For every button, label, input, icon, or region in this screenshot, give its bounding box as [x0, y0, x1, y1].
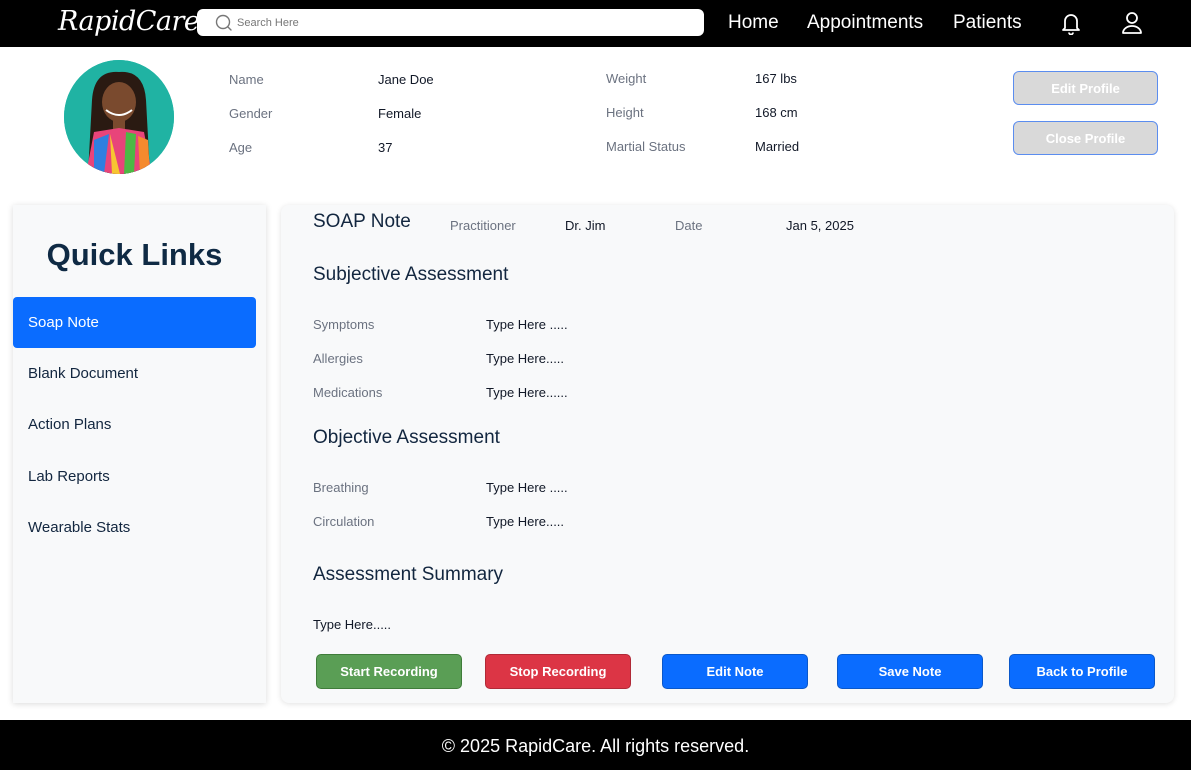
- close-profile-button[interactable]: Close Profile: [1013, 121, 1158, 155]
- allergies-field[interactable]: Type Here.....: [486, 351, 564, 366]
- gender-label: Gender: [229, 106, 273, 121]
- medications-field[interactable]: Type Here......: [486, 385, 568, 400]
- search-bar[interactable]: [197, 9, 704, 36]
- height-value: 168 cm: [755, 105, 798, 120]
- quick-link-blank-document[interactable]: Blank Document: [13, 348, 256, 399]
- subjective-assessment-heading: Subjective Assessment: [313, 264, 509, 285]
- allergies-label: Allergies: [313, 351, 363, 366]
- stop-recording-button[interactable]: Stop Recording: [485, 654, 631, 689]
- edit-note-button[interactable]: Edit Note: [662, 654, 808, 689]
- age-value: 37: [378, 140, 393, 155]
- quick-link-wearable-stats[interactable]: Wearable Stats: [13, 502, 256, 553]
- soap-note-title: SOAP Note: [313, 211, 411, 232]
- nav-appointments[interactable]: Appointments: [807, 12, 923, 34]
- search-icon: [215, 14, 232, 31]
- assessment-summary-heading: Assessment Summary: [313, 564, 504, 585]
- soap-note-panel: SOAP Note Practitioner Dr. Jim Date Jan …: [281, 205, 1174, 703]
- footer: © 2025 RapidCare. All rights reserved.: [0, 720, 1191, 770]
- app-logo[interactable]: RapidCare: [58, 6, 200, 37]
- medications-label: Medications: [313, 385, 383, 400]
- user-icon[interactable]: [1121, 11, 1143, 35]
- breathing-label: Breathing: [313, 480, 369, 495]
- quick-link-action-plans[interactable]: Action Plans: [13, 399, 256, 450]
- name-value: Jane Doe: [378, 72, 434, 87]
- circulation-label: Circulation: [313, 514, 375, 529]
- practitioner-value: Dr. Jim: [565, 218, 606, 233]
- age-label: Age: [229, 140, 253, 155]
- gender-value: Female: [378, 106, 422, 121]
- bell-icon[interactable]: [1059, 11, 1083, 35]
- height-label: Height: [606, 105, 644, 120]
- date-value: Jan 5, 2025: [786, 218, 854, 233]
- nav-home[interactable]: Home: [728, 12, 779, 34]
- edit-profile-button[interactable]: Edit Profile: [1013, 71, 1158, 105]
- date-label: Date: [675, 218, 703, 233]
- footer-text: © 2025 RapidCare. All rights reserved.: [441, 736, 750, 756]
- symptoms-field[interactable]: Type Here .....: [486, 317, 568, 332]
- search-input[interactable]: [237, 13, 687, 32]
- name-label: Name: [229, 72, 264, 87]
- quick-link-lab-reports[interactable]: Lab Reports: [13, 451, 256, 502]
- weight-label: Weight: [606, 71, 647, 86]
- start-recording-button[interactable]: Start Recording: [316, 654, 462, 689]
- save-note-button[interactable]: Save Note: [837, 654, 983, 689]
- circulation-field[interactable]: Type Here.....: [486, 514, 564, 529]
- weight-value: 167 lbs: [755, 71, 797, 86]
- marital-status-label: Martial Status: [606, 139, 686, 154]
- assessment-summary-field[interactable]: Type Here.....: [313, 617, 391, 632]
- quick-links-panel: Quick Links Soap Note Blank Document Act…: [13, 205, 266, 703]
- nav-patients[interactable]: Patients: [953, 12, 1022, 34]
- top-nav: RapidCare Home Appointments Patients: [0, 0, 1191, 47]
- back-to-profile-button[interactable]: Back to Profile: [1009, 654, 1155, 689]
- marital-status-value: Married: [755, 139, 800, 154]
- objective-assessment-heading: Objective Assessment: [313, 427, 500, 448]
- patient-avatar: [64, 60, 174, 174]
- symptoms-label: Symptoms: [313, 317, 375, 332]
- breathing-field[interactable]: Type Here .....: [486, 480, 568, 495]
- quick-link-soap-note[interactable]: Soap Note: [13, 297, 256, 348]
- practitioner-label: Practitioner: [450, 218, 516, 233]
- quick-links-title: Quick Links: [46, 237, 223, 272]
- patient-photo: [64, 60, 174, 174]
